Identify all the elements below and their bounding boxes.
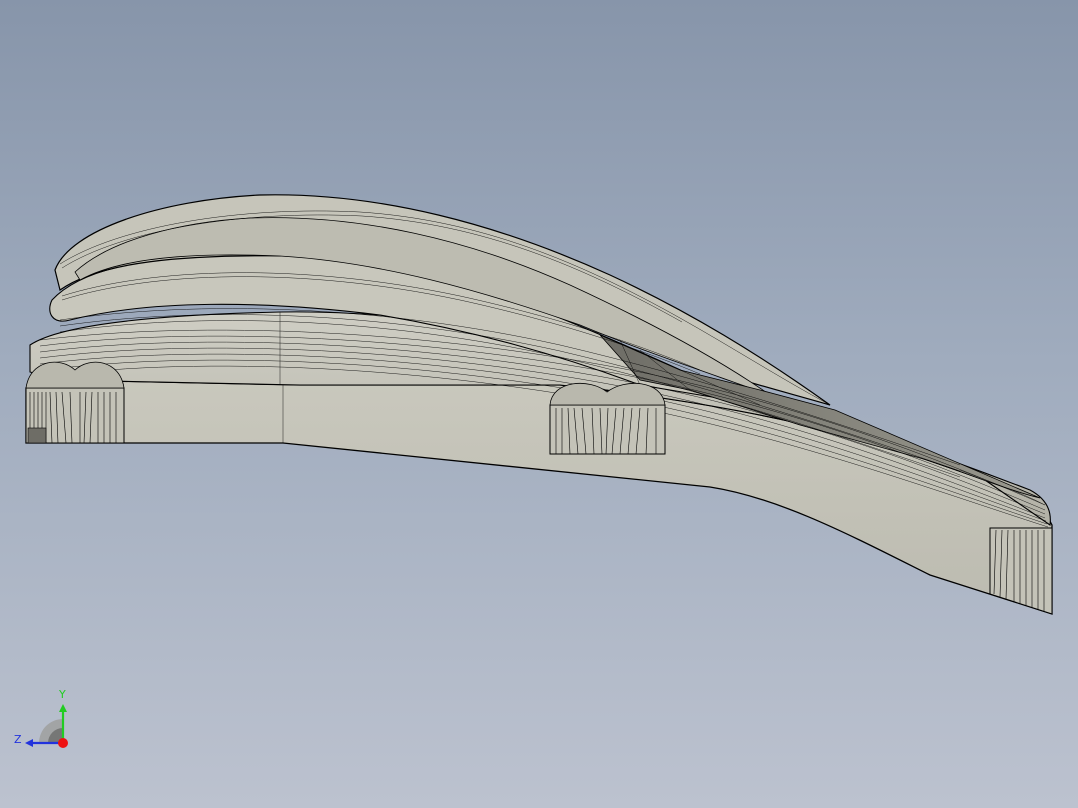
3d-model-view[interactable] xyxy=(0,0,1078,808)
base-front-face xyxy=(25,379,1053,615)
y-axis-label: Y xyxy=(58,688,66,701)
z-axis-label: Z xyxy=(14,733,22,746)
tip-boss xyxy=(989,527,1053,615)
left-boss xyxy=(25,361,125,444)
middle-boss xyxy=(549,382,666,455)
orientation-triad[interactable]: Y Z xyxy=(8,684,80,754)
x-axis-dot xyxy=(58,738,68,748)
graphics-viewport[interactable]: Y Z xyxy=(0,0,1078,808)
